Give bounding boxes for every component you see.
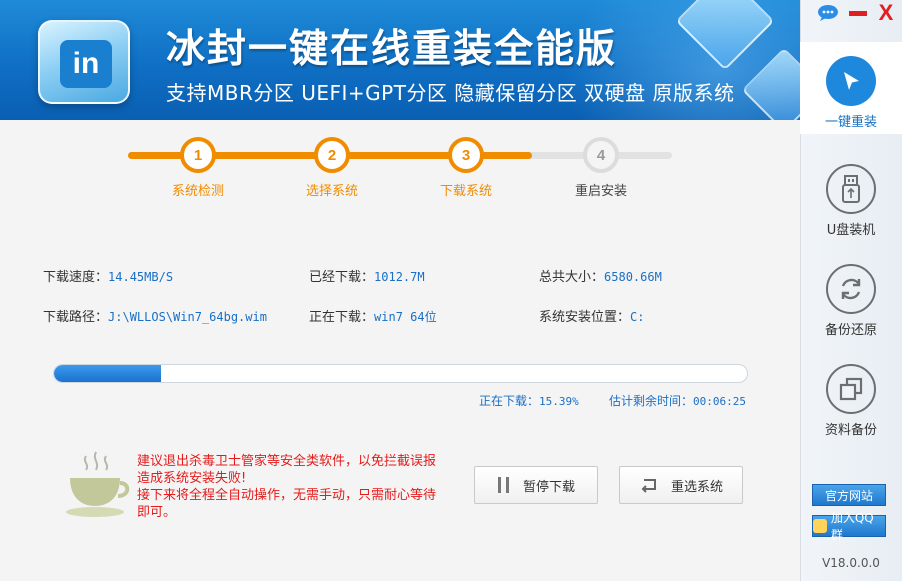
header-banner: in 冰封一键在线重装全能版 支持MBR分区 UEFI+GPT分区 隐藏保留分区… <box>0 0 800 120</box>
version-label: V18.0.0.0 <box>822 556 880 570</box>
step-3-label: 下载系统 <box>439 184 492 199</box>
download-speed-label: 下载速度： <box>43 270 109 285</box>
pause-icon <box>497 477 509 493</box>
download-speed: 下载速度：14.45MB/S <box>43 266 173 285</box>
progress-percent-value: 15.39% <box>539 395 579 408</box>
ice-cube-decoration <box>741 47 800 120</box>
current-download: 正在下载：win7 64位 <box>309 306 437 325</box>
copy-icon <box>826 364 876 414</box>
download-progress-fill <box>54 365 161 382</box>
warning-line-1: 建议退出杀毒卫士管家等安全类软件，以免拦截误报造成系统安装失败! <box>137 454 437 486</box>
app-subtitle: 支持MBR分区 UEFI+GPT分区 隐藏保留分区 双硬盘 原版系统 <box>166 81 735 105</box>
total-size: 总共大小：6580.66M <box>539 266 662 285</box>
total-size-label: 总共大小： <box>539 270 605 285</box>
chat-button[interactable] <box>816 2 840 24</box>
app-title: 冰封一键在线重装全能版 <box>166 27 618 72</box>
refresh-arrows-icon <box>826 264 876 314</box>
downloaded-size: 已经下载：1012.7M <box>309 266 425 285</box>
download-path-value: J:\WLLOS\Win7_64bg.wim <box>108 310 267 324</box>
step-2-circle: 2 <box>314 137 350 173</box>
downloaded-size-label: 已经下载： <box>309 270 375 285</box>
sidebar-item-label: 备份还原 <box>824 323 877 338</box>
step-4-circle: 4 <box>583 137 619 173</box>
sidebar-item-data-backup[interactable]: 资料备份 <box>800 350 902 442</box>
sidebar-item-one-click-reinstall[interactable]: 一键重装 <box>800 42 902 134</box>
logo-text: in <box>60 40 112 88</box>
app-logo: in <box>38 20 130 104</box>
step-4-label: 重启安装 <box>574 184 627 199</box>
current-download-label: 正在下载： <box>309 310 375 325</box>
official-website-button[interactable]: 官方网站 <box>812 484 886 506</box>
total-size-value: 6580.66M <box>604 270 662 284</box>
remaining-time-value: 00:06:25 <box>693 395 746 408</box>
current-download-value: win7 64位 <box>374 310 437 324</box>
qq-avatar-icon <box>813 519 827 533</box>
step-3-circle: 3 <box>448 137 484 173</box>
remaining-time: 估计剩余时间：00:06:25 <box>609 392 746 409</box>
join-qq-group-button[interactable]: 加入QQ群 <box>812 511 886 542</box>
install-location: 系统安装位置：C: <box>539 306 644 325</box>
minimize-icon <box>849 10 867 16</box>
warning-line-2: 接下来将全程全自动操作，无需手动，只需耐心等待即可。 <box>137 488 437 520</box>
sidebar-item-backup-restore[interactable]: 备份还原 <box>800 250 902 342</box>
pause-download-button[interactable]: 暂停下载 <box>474 466 598 504</box>
reselect-system-label: 重选系统 <box>670 479 723 495</box>
join-qq-group-label: 加入QQ群 <box>830 511 874 542</box>
progress-percent: 正在下载：15.39% <box>479 392 579 409</box>
download-speed-value: 14.45MB/S <box>108 270 174 284</box>
step-1-label: 系统检测 <box>171 184 224 199</box>
download-path: 下载路径：J:\WLLOS\Win7_64bg.wim <box>43 306 267 325</box>
sidebar-item-label: 资料备份 <box>824 423 877 438</box>
chat-bubble-icon <box>818 5 838 21</box>
reselect-system-button[interactable]: 重选系统 <box>619 466 743 504</box>
step-2-label: 选择系统 <box>305 184 358 199</box>
downloaded-size-value: 1012.7M <box>374 270 425 284</box>
download-progress-bar <box>53 364 748 383</box>
warning-message: 建议退出杀毒卫士管家等安全类软件，以免拦截误报造成系统安装失败! 接下来将全程全… <box>137 453 437 521</box>
sidebar-item-label: U盘装机 <box>826 223 876 238</box>
cursor-arrow-icon <box>826 56 876 106</box>
return-arrow-icon <box>641 479 656 493</box>
window-controls: X <box>816 0 902 26</box>
coffee-cup-icon <box>64 450 134 522</box>
usb-drive-icon <box>826 164 876 214</box>
step-1-circle: 1 <box>180 137 216 173</box>
install-location-value: C: <box>630 310 645 324</box>
remaining-time-label: 估计剩余时间： <box>609 394 694 408</box>
pause-download-label: 暂停下载 <box>522 479 575 495</box>
sidebar-item-label: 一键重装 <box>824 115 877 130</box>
close-button[interactable]: X <box>874 0 898 25</box>
progress-percent-label: 正在下载： <box>479 394 540 408</box>
ice-cube-decoration <box>675 0 775 71</box>
install-location-label: 系统安装位置： <box>539 310 631 325</box>
minimize-button[interactable] <box>846 2 870 24</box>
sidebar-item-usb-install[interactable]: U盘装机 <box>800 150 902 242</box>
download-path-label: 下载路径： <box>43 310 109 325</box>
